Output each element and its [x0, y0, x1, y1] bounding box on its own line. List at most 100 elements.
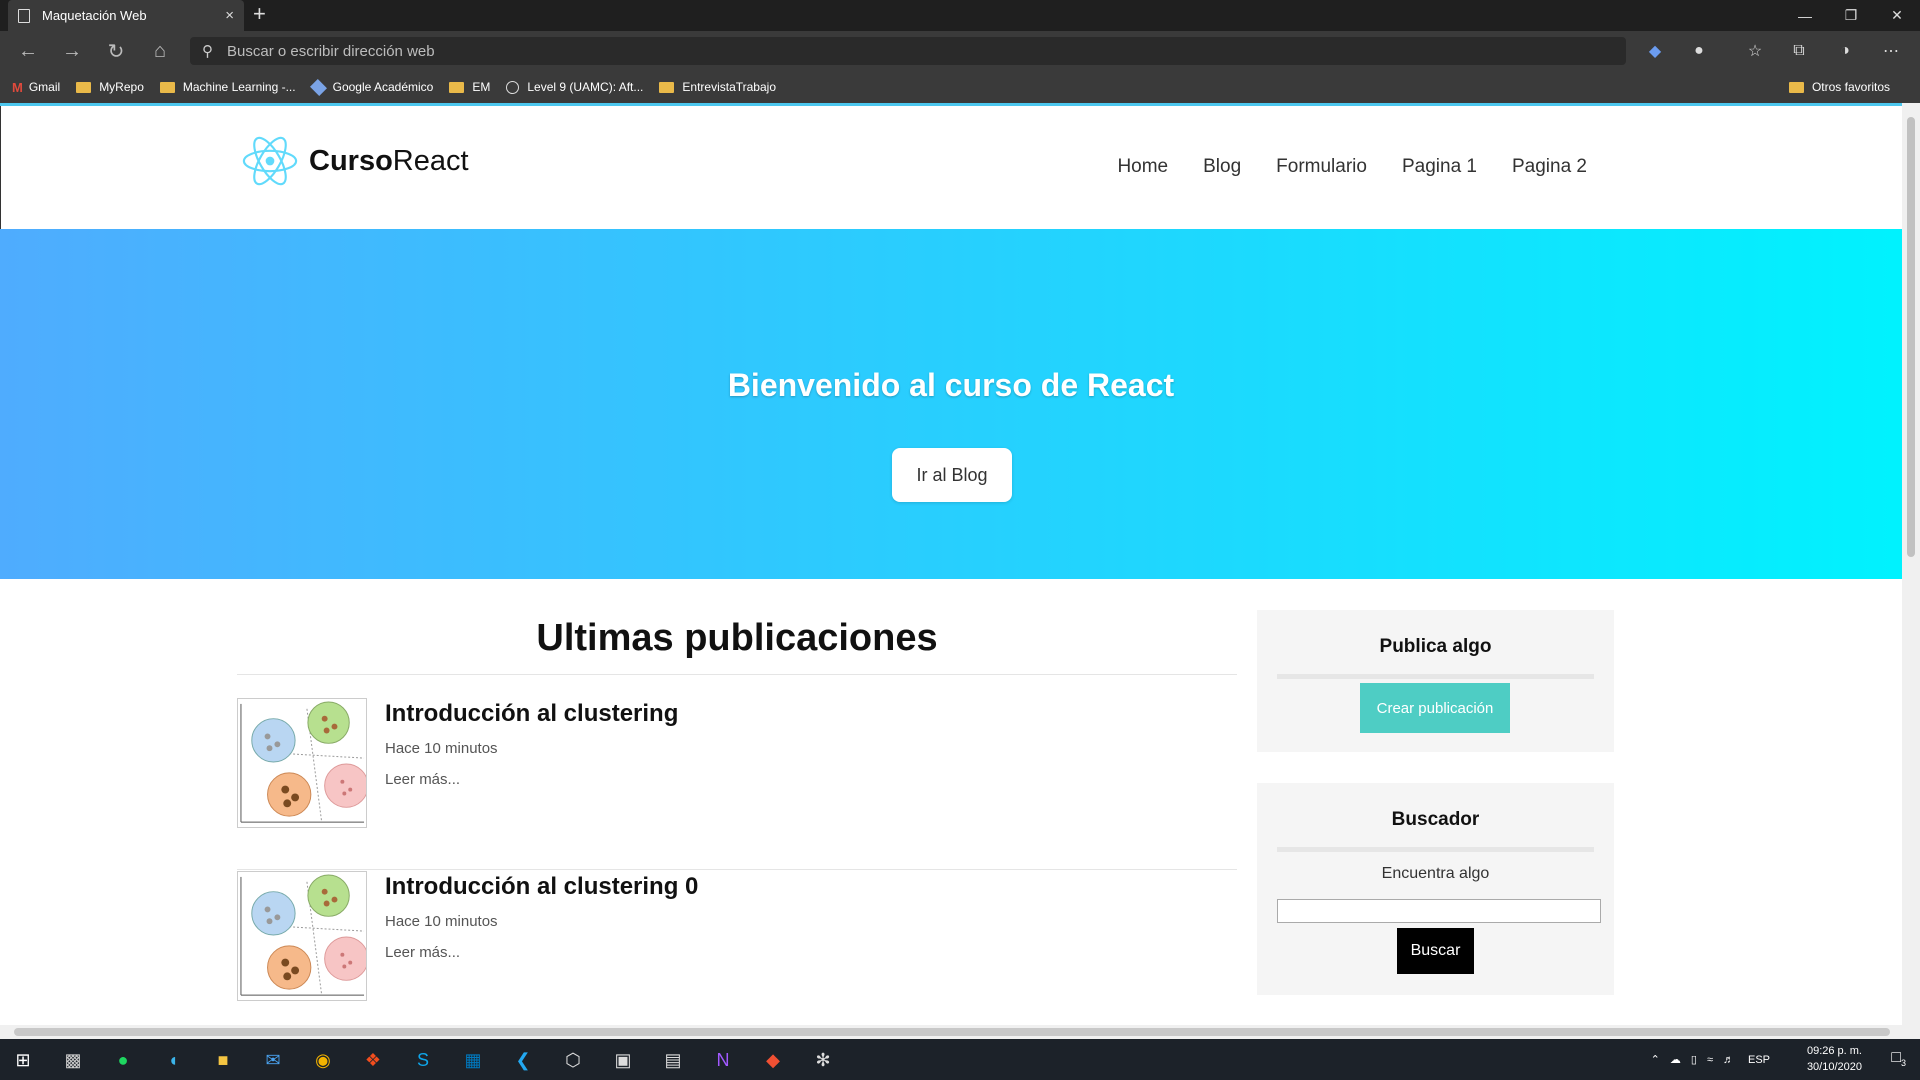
vertical-scrollbar[interactable] — [1902, 103, 1920, 1025]
browser-tab[interactable]: Maquetación Web × — [8, 0, 244, 31]
main-nav: Home Blog Formulario Pagina 1 Pagina 2 — [1082, 156, 1587, 178]
home-icon[interactable]: ⌂ — [146, 39, 174, 63]
virtualbox-icon[interactable]: ⬡ — [558, 1045, 588, 1075]
git-icon[interactable]: ◆ — [758, 1045, 788, 1075]
site-logo[interactable]: CursoReact — [241, 132, 469, 190]
forward-icon[interactable]: → — [58, 39, 86, 63]
back-icon[interactable]: ← — [14, 39, 42, 63]
scholar-icon — [309, 78, 327, 96]
bookmark-machine-learning[interactable]: Machine Learning -... — [159, 80, 296, 94]
bookmark-google-academico[interactable]: Google Académico — [309, 78, 433, 96]
post-title[interactable]: Introducción al clustering 0 — [385, 873, 698, 901]
tool-icon[interactable]: ▣ — [608, 1045, 638, 1075]
go-blog-button[interactable]: Ir al Blog — [892, 448, 1012, 502]
extension-icon[interactable]: ◆ — [1642, 39, 1668, 63]
file-explorer-icon[interactable]: ■ — [208, 1045, 238, 1075]
divider — [1277, 847, 1594, 852]
address-bar[interactable]: ⚲ Buscar o escribir dirección web — [190, 37, 1626, 65]
address-placeholder: Buscar o escribir dirección web — [227, 42, 435, 60]
folder-icon — [76, 81, 92, 93]
create-post-button[interactable]: Crear publicación — [1360, 683, 1510, 733]
edge-icon[interactable]: ◖ — [158, 1045, 188, 1075]
more-icon[interactable]: ⋯ — [1878, 39, 1904, 63]
volume-icon[interactable]: ♬ — [1723, 1054, 1734, 1066]
windows-start-icon[interactable]: ⊞ — [8, 1045, 38, 1075]
bookmark-myrepo[interactable]: MyRepo — [76, 80, 144, 94]
hero-banner: Bienvenido al curso de React Ir al Blog — [0, 229, 1902, 579]
list-item: Introducción al clustering Hace 10 minut… — [237, 698, 1237, 870]
page-viewport: CursoReact Home Blog Formulario Pagina 1… — [0, 103, 1902, 1025]
spotify-icon[interactable]: ● — [108, 1045, 138, 1075]
collections-icon[interactable]: ⧉ — [1786, 39, 1812, 63]
taskbar: ⊞ ▩ ● ◖ ■ ✉ ◉ ❖ S ▦ ❮ ⬡ ▣ ▤ N ◆ ✻ ⌃ ☁ ▯ … — [0, 1039, 1920, 1080]
restore-icon[interactable]: ❐ — [1828, 0, 1874, 31]
search-input[interactable] — [1277, 899, 1601, 923]
bookmark-gmail[interactable]: M Gmail — [12, 80, 60, 95]
clock-time: 09:26 p. m. — [1806, 1045, 1862, 1057]
clustering-thumbnail[interactable] — [237, 871, 369, 1001]
bookmark-em[interactable]: EM — [449, 80, 490, 94]
paint-icon[interactable]: ✻ — [808, 1045, 838, 1075]
nav-home[interactable]: Home — [1117, 156, 1168, 178]
language-indicator[interactable]: ESP — [1748, 1054, 1770, 1066]
trello-icon[interactable]: ▦ — [458, 1045, 488, 1075]
clock-date: 30/10/2020 — [1806, 1061, 1862, 1073]
other-favorites[interactable]: Otros favoritos — [1788, 71, 1890, 103]
mail-icon[interactable]: ✉ — [258, 1045, 288, 1075]
nav-blog[interactable]: Blog — [1203, 156, 1241, 178]
refresh-icon[interactable]: ↻ — [102, 39, 130, 63]
site-icon — [506, 80, 520, 94]
divider — [1277, 674, 1594, 679]
profile-icon[interactable]: ◑ — [1832, 39, 1858, 63]
figma-icon[interactable]: ❖ — [358, 1045, 388, 1075]
clock[interactable]: 09:26 p. m. 30/10/2020 — [1807, 1043, 1862, 1075]
chevron-up-icon[interactable]: ⌃ — [1651, 1053, 1660, 1066]
folder-icon — [1788, 81, 1804, 93]
nav-pagina-1[interactable]: Pagina 1 — [1402, 156, 1477, 178]
wifi-icon[interactable]: ≈ — [1707, 1054, 1713, 1066]
extension-circle-icon[interactable]: ● — [1686, 39, 1712, 63]
clustering-thumbnail[interactable] — [237, 698, 369, 828]
react-logo-icon — [242, 136, 298, 186]
battery-icon[interactable]: ▯ — [1691, 1053, 1697, 1066]
list-item: Introducción al clustering 0 Hace 10 min… — [237, 871, 1237, 1025]
search-widget: Buscador Encuentra algo Buscar — [1257, 783, 1614, 995]
publish-title: Publica algo — [1379, 636, 1492, 657]
vscode-icon[interactable]: ❮ — [508, 1045, 538, 1075]
close-tab-icon[interactable]: × — [225, 7, 234, 24]
network-tool-icon[interactable]: ▤ — [658, 1045, 688, 1075]
favorites-icon[interactable]: ☆ — [1742, 39, 1768, 63]
search-title: Buscador — [1391, 809, 1480, 830]
section-title: Ultimas publicaciones — [536, 617, 938, 659]
bookmarks-bar: M Gmail MyRepo Machine Learning -... Goog… — [0, 71, 1920, 103]
notifications-icon[interactable]: □3 — [1891, 1049, 1906, 1068]
notification-count: 3 — [1900, 1058, 1906, 1069]
post-time: Hace 10 minutos — [385, 913, 498, 930]
search-button[interactable]: Buscar — [1397, 928, 1474, 974]
read-more-link[interactable]: Leer más... — [385, 944, 460, 961]
minimize-icon[interactable]: — — [1782, 0, 1828, 31]
search-label: Encuentra algo — [1381, 865, 1490, 882]
read-more-link[interactable]: Leer más... — [385, 771, 460, 788]
bookmark-entrevista[interactable]: EntrevistaTrabajo — [659, 80, 776, 94]
folder-icon — [659, 81, 675, 93]
page-icon — [18, 8, 30, 23]
scroll-thumb[interactable] — [14, 1028, 1890, 1036]
scroll-thumb[interactable] — [1907, 117, 1915, 557]
new-tab-button[interactable]: + — [253, 3, 266, 25]
horizontal-scrollbar[interactable] — [0, 1025, 1920, 1039]
close-window-icon[interactable]: ✕ — [1874, 0, 1920, 31]
bookmark-level9[interactable]: Level 9 (UAMC): Aft... — [506, 80, 643, 94]
terminal-icon[interactable]: ▩ — [58, 1045, 88, 1075]
nav-formulario[interactable]: Formulario — [1276, 156, 1367, 178]
chrome-icon[interactable]: ◉ — [308, 1045, 338, 1075]
browser-toolbar: ← → ↻ ⌂ ⚲ Buscar o escribir dirección we… — [0, 31, 1920, 71]
post-title[interactable]: Introducción al clustering — [385, 700, 678, 728]
onenote-icon[interactable]: N — [708, 1045, 738, 1075]
cloud-icon[interactable]: ☁ — [1670, 1053, 1681, 1066]
nav-pagina-2[interactable]: Pagina 2 — [1512, 156, 1587, 178]
skype-icon[interactable]: S — [408, 1045, 438, 1075]
folder-icon — [449, 81, 465, 93]
folder-icon — [159, 81, 175, 93]
system-tray: ⌃ ☁ ▯ ≈ ♬ ESP — [1651, 1039, 1770, 1080]
